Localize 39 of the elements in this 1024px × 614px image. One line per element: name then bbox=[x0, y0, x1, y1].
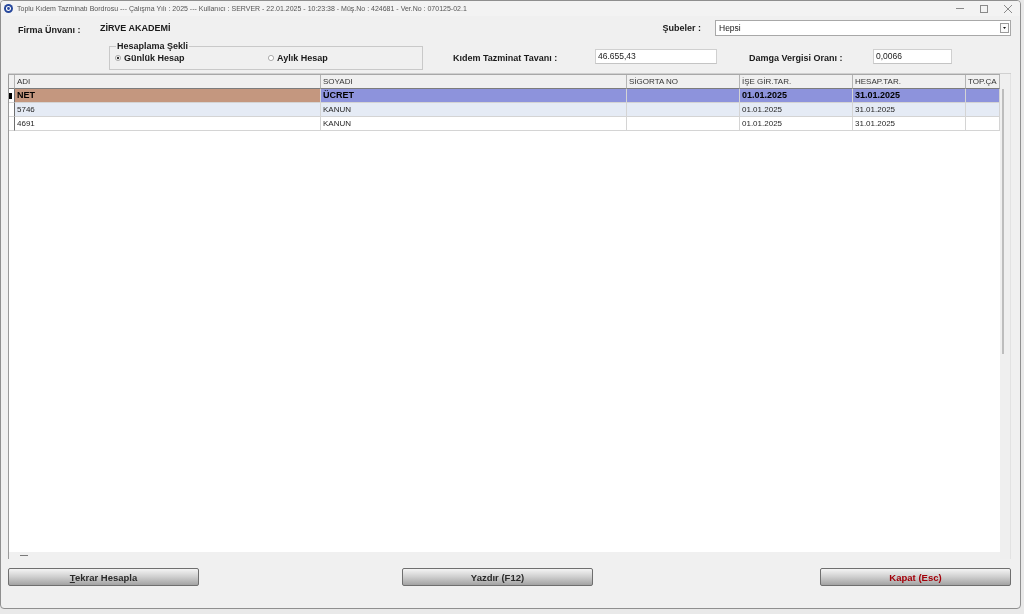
input-field[interactable]: 0,0066 bbox=[873, 48, 952, 64]
table-cell: 01.01.2025 bbox=[740, 117, 853, 131]
table-cell: KANUN bbox=[321, 117, 627, 131]
vertical-scrollbar[interactable] bbox=[1000, 74, 1011, 559]
table-cell: 31.01.2025 bbox=[853, 89, 966, 103]
maximize-icon bbox=[980, 4, 988, 13]
table-cell: ÜCRET bbox=[321, 89, 627, 103]
branch-dropdown[interactable]: Hepsi bbox=[715, 20, 1011, 36]
table-cell: 31.01.2025 bbox=[853, 103, 966, 117]
table-cell: 01.01.2025 bbox=[740, 89, 853, 103]
table-cell: KANUN bbox=[321, 103, 627, 117]
column-header[interactable]: İŞE GİR.TAR. bbox=[740, 75, 853, 89]
table-cell: 4691 bbox=[15, 117, 321, 131]
minimize-icon bbox=[956, 8, 964, 9]
field-label: Şubeler : bbox=[662, 23, 701, 33]
row-marker-icon bbox=[9, 92, 12, 99]
group-title: Hesaplama Şekli bbox=[116, 42, 190, 51]
table-cell: NET bbox=[15, 89, 321, 103]
field-label: Damga Vergisi Oranı : bbox=[749, 53, 843, 63]
column-header[interactable]: TOP.ÇA bbox=[966, 75, 1000, 89]
horizontal-scroll-thumb[interactable] bbox=[20, 555, 28, 556]
column-header[interactable]: SOYADI bbox=[321, 75, 627, 89]
table-cell: 5746 bbox=[15, 103, 321, 117]
close-icon bbox=[1004, 4, 1012, 13]
app-icon bbox=[4, 4, 13, 13]
table-cell: 01.01.2025 bbox=[740, 103, 853, 117]
field-label: Firma Ünvanı : bbox=[18, 25, 81, 35]
field-label: Kıdem Tazminat Tavanı : bbox=[453, 53, 558, 63]
column-header[interactable]: SİGORTA NO bbox=[627, 75, 740, 89]
radio-option[interactable]: Günlük Hesap bbox=[115, 53, 185, 63]
radio-option[interactable]: Aylık Hesap bbox=[268, 53, 328, 63]
input-field[interactable]: 46.655,43 bbox=[595, 48, 717, 64]
column-header[interactable]: ADI bbox=[15, 75, 321, 89]
table-cell: 31.01.2025 bbox=[853, 117, 966, 131]
column-header[interactable]: HESAP.TAR. bbox=[853, 75, 966, 89]
action-button[interactable]: Tekrar Hesapla bbox=[8, 568, 199, 586]
action-button[interactable]: Kapat (Esc) bbox=[820, 568, 1011, 586]
action-button[interactable]: Yazdır (F12) bbox=[402, 568, 593, 586]
company-name: ZİRVE AKADEMİ bbox=[100, 23, 171, 33]
